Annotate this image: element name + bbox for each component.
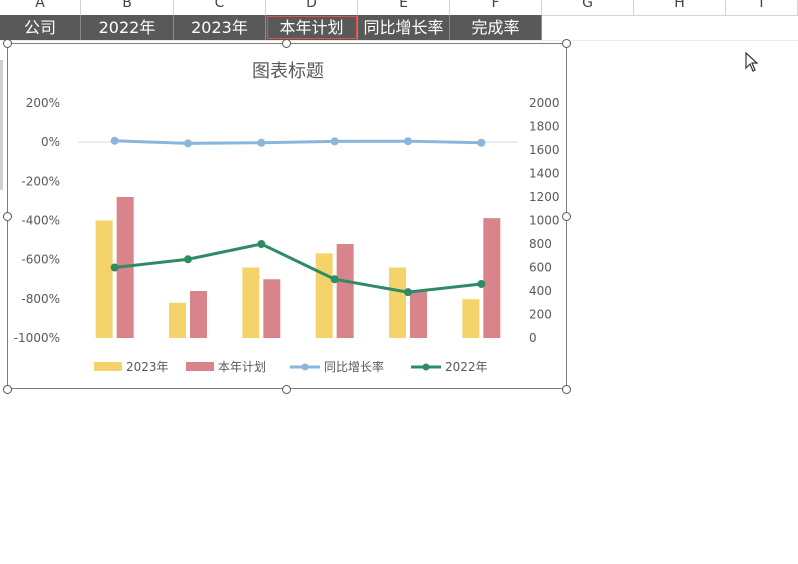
line-point	[404, 137, 412, 146]
column-header-i[interactable]: I	[726, 0, 798, 15]
legend-label: 同比增长率	[324, 359, 384, 374]
line-point	[330, 275, 339, 284]
right-axis-tick-label: 1800	[529, 120, 560, 134]
row-marker	[0, 60, 3, 190]
line-point	[477, 138, 486, 147]
right-axis-tick-label: 0	[529, 331, 537, 345]
right-axis-tick-label: 1600	[529, 143, 560, 157]
mouse-cursor-icon	[745, 52, 759, 72]
series-line	[114, 242, 482, 294]
left-axis-tick-label: -600%	[21, 253, 60, 267]
line-point	[184, 255, 192, 264]
line-point	[330, 137, 339, 146]
column-header-b[interactable]: B	[81, 0, 174, 15]
legend-label: 2022年	[445, 360, 488, 374]
column-header-e[interactable]: E	[358, 0, 450, 15]
bar	[315, 253, 333, 338]
right-axis-tick-label: 2000	[529, 96, 560, 110]
column-header-h[interactable]: H	[634, 0, 726, 15]
legend-marker	[422, 363, 430, 371]
left-axis-tick-label: -1000%	[14, 331, 60, 345]
bar-series-group	[95, 197, 501, 338]
resize-handle-bottom[interactable]	[282, 385, 291, 394]
bar	[389, 267, 406, 338]
resize-handle-top-left[interactable]	[3, 39, 12, 48]
column-header-a[interactable]: A	[0, 0, 81, 15]
line-point	[110, 263, 119, 272]
legend-swatch	[186, 362, 214, 371]
right-axis-tick-label: 200	[529, 308, 552, 322]
chart-canvas: 图表标题 200% 0% -200% -400% -600% -800% -1000% 20…	[14, 61, 560, 374]
bar	[483, 218, 501, 338]
bar	[410, 291, 427, 338]
column-header-f[interactable]: F	[450, 0, 542, 15]
resize-handle-right[interactable]	[562, 212, 571, 221]
line-point	[477, 279, 486, 288]
cell-b1[interactable]: 2022年	[81, 15, 174, 40]
right-axis-tick-label: 400	[529, 284, 552, 298]
line-series-group	[110, 136, 486, 297]
legend-label: 本年计划	[218, 360, 266, 374]
cell-e1[interactable]: 同比增长率	[358, 15, 450, 40]
right-axis-tick-label: 800	[529, 237, 552, 251]
bar	[263, 279, 281, 338]
chart-title[interactable]: 图表标题	[252, 61, 324, 82]
right-axis: 2000180016001400120010008006004002000	[529, 96, 560, 345]
right-axis-tick-label: 1200	[529, 190, 560, 204]
bar	[190, 291, 207, 338]
left-axis-tick-label: -400%	[21, 214, 60, 228]
resize-handle-top[interactable]	[282, 39, 291, 48]
bar	[462, 299, 480, 338]
bar	[169, 302, 186, 338]
column-header-c[interactable]: C	[174, 0, 266, 15]
cell-a1[interactable]: 公司	[0, 15, 81, 40]
right-axis-tick-label: 600	[529, 261, 552, 275]
column-header-d[interactable]: D	[266, 0, 358, 15]
left-axis-tick-label: -800%	[21, 292, 60, 306]
left-axis: 200% 0% -200% -400% -600% -800% -1000%	[14, 96, 60, 345]
line-point	[404, 288, 412, 297]
cell-c1[interactable]: 2023年	[174, 15, 266, 40]
resize-handle-top-right[interactable]	[562, 39, 571, 48]
resize-handle-bottom-right[interactable]	[562, 385, 571, 394]
line-point	[257, 138, 266, 147]
left-axis-tick-label: 0%	[41, 135, 60, 149]
line-point	[184, 139, 192, 148]
left-axis-tick-label: 200%	[26, 96, 60, 110]
bar	[95, 220, 113, 338]
legend-swatch	[94, 362, 122, 371]
right-axis-tick-label: 1400	[529, 167, 560, 181]
legend-label: 2023年	[126, 360, 169, 374]
resize-handle-bottom-left[interactable]	[3, 385, 12, 394]
cell-d1[interactable]: 本年计划	[266, 15, 358, 40]
legend-marker	[301, 363, 309, 371]
cell-f1[interactable]: 完成率	[450, 15, 542, 40]
left-axis-tick-label: -200%	[21, 174, 60, 188]
line-point	[110, 136, 119, 145]
right-axis-tick-label: 1000	[529, 214, 560, 228]
combo-chart[interactable]: 图表标题 200% 0% -200% -400% -600% -800% -1000% 20…	[7, 43, 567, 389]
grid-line	[0, 40, 798, 41]
column-header-bar: A B C D E F G H I	[0, 0, 798, 16]
column-header-g[interactable]: G	[542, 0, 634, 15]
bar	[336, 244, 354, 338]
resize-handle-left[interactable]	[3, 212, 12, 221]
chart-legend[interactable]: 2023年 本年计划 同比增长率 2022年	[94, 359, 488, 374]
series-line	[114, 139, 482, 145]
line-point	[257, 240, 266, 248]
bar	[242, 267, 260, 338]
